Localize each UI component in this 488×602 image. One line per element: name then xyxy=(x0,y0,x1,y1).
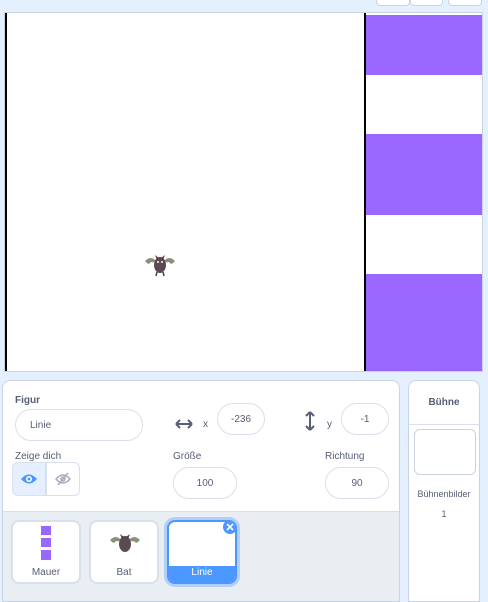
size-label: Größe xyxy=(173,451,202,462)
hide-sprite-button[interactable] xyxy=(46,462,80,496)
delete-sprite-button[interactable] xyxy=(223,522,235,534)
sprite-tile-label: Bat xyxy=(116,567,132,578)
wall-segment xyxy=(366,274,482,371)
close-icon xyxy=(226,523,234,531)
fullscreen-button[interactable] xyxy=(448,0,482,6)
sprite-tile-bat[interactable]: Bat xyxy=(89,520,159,584)
sprite-tile-label: Linie xyxy=(169,566,235,582)
y-label: y xyxy=(327,419,332,430)
direction-input[interactable]: 90 xyxy=(325,467,389,499)
sprite-tile-label: Mauer xyxy=(31,567,61,578)
wall-thumbnail-icon xyxy=(41,526,51,560)
eye-slash-icon xyxy=(55,472,71,486)
stage-thumbnail[interactable] xyxy=(414,429,476,475)
large-stage-button[interactable] xyxy=(410,0,443,6)
show-sprite-button[interactable] xyxy=(12,462,46,496)
bat-thumbnail-icon xyxy=(110,534,140,552)
stage-selector-panel[interactable]: Bühne Bühnenbilder 1 xyxy=(408,380,480,602)
eye-icon xyxy=(21,474,37,484)
stage-canvas[interactable] xyxy=(4,12,483,372)
stage-title: Bühne xyxy=(409,381,479,425)
vertical-arrows-icon xyxy=(303,409,317,433)
horizontal-arrows-icon xyxy=(175,415,193,433)
sprite-label: Figur xyxy=(15,395,40,406)
backdrops-label: Bühnenbilder xyxy=(417,489,471,499)
x-label: x xyxy=(203,419,208,430)
x-position-input[interactable]: -236 xyxy=(217,403,265,435)
show-label: Zeige dich xyxy=(15,451,62,462)
wall-segment xyxy=(366,134,482,215)
sprite-list: Mauer Bat Linie xyxy=(3,511,399,601)
size-input[interactable]: 100 xyxy=(173,467,237,499)
direction-label: Richtung xyxy=(325,451,365,462)
sprite-tile-linie[interactable]: Linie xyxy=(167,520,237,584)
y-position-input[interactable]: -1 xyxy=(341,403,389,435)
wall-segment xyxy=(366,15,482,75)
bat-sprite[interactable] xyxy=(143,249,177,277)
small-stage-button[interactable] xyxy=(376,0,410,6)
sprite-tile-mauer[interactable]: Mauer xyxy=(11,520,81,584)
sprite-name-input[interactable]: Linie xyxy=(15,409,143,441)
backdrops-count: 1 xyxy=(441,509,447,519)
stage-left-line xyxy=(5,13,7,371)
